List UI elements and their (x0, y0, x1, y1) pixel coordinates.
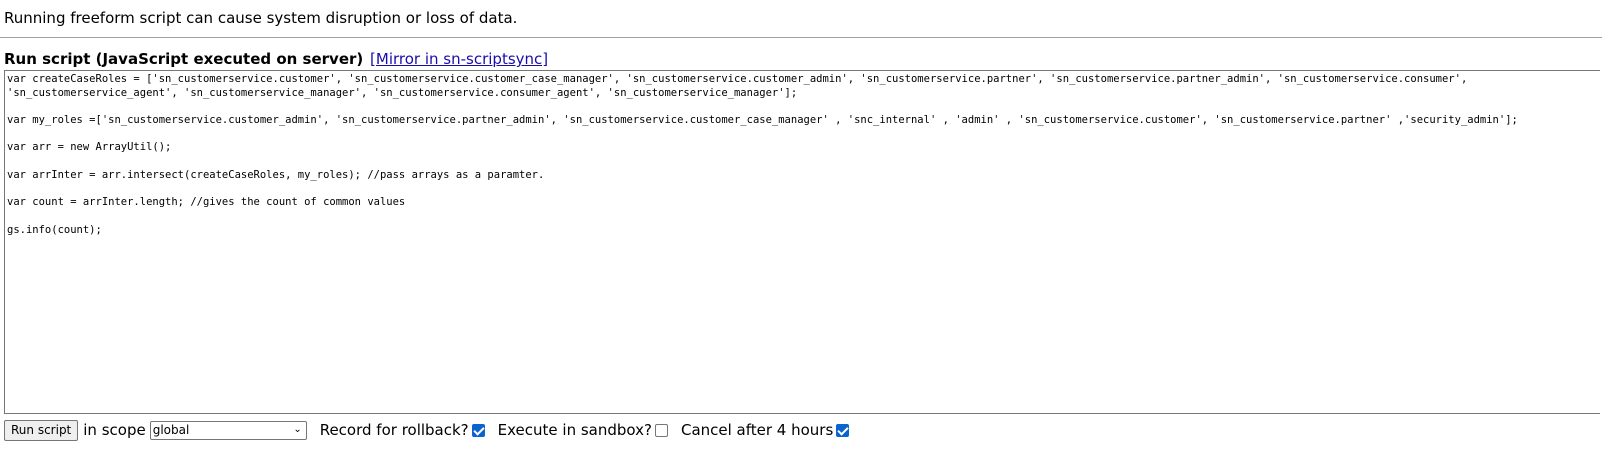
rollback-checkbox[interactable] (471, 423, 485, 437)
scope-label: in scope (83, 421, 146, 439)
sandbox-checkbox[interactable] (654, 423, 668, 437)
scope-select[interactable]: global ⌄ (149, 420, 307, 440)
code-line: 'sn_customerservice_agent', 'sn_customer… (7, 86, 798, 99)
sandbox-label: Execute in sandbox? (497, 421, 652, 439)
rollback-label: Record for rollback? (319, 421, 469, 439)
chevron-down-icon: ⌄ (293, 423, 302, 435)
page-title: Run script (JavaScript executed on serve… (4, 50, 364, 68)
mirror-link[interactable]: [Mirror in sn-scriptsync] (370, 50, 548, 68)
cancel-checkbox[interactable] (836, 423, 850, 437)
cancel-label: Cancel after 4 hours (680, 421, 834, 439)
warning-message: Running freeform script can cause system… (4, 9, 518, 27)
script-header: Run script (JavaScript executed on serve… (4, 49, 548, 69)
run-script-button[interactable]: Run script (4, 419, 79, 441)
code-line: gs.info(count); (7, 223, 102, 236)
controls-bar: Run script in scope global ⌄ Record for … (4, 419, 850, 441)
code-line: var arrInter = arr.intersect(createCaseR… (7, 168, 545, 181)
code-line: var my_roles =['sn_customerservice.custo… (7, 114, 1518, 127)
divider (0, 37, 1602, 38)
code-line: var count = arrInter.length; //gives the… (7, 196, 406, 209)
scope-select-value: global (152, 423, 190, 437)
code-line: var createCaseRoles = ['sn_customerservi… (7, 73, 1468, 85)
script-editor[interactable]: var createCaseRoles = ['sn_customerservi… (4, 70, 1600, 414)
code-line: var arr = new ArrayUtil(); (7, 141, 172, 154)
